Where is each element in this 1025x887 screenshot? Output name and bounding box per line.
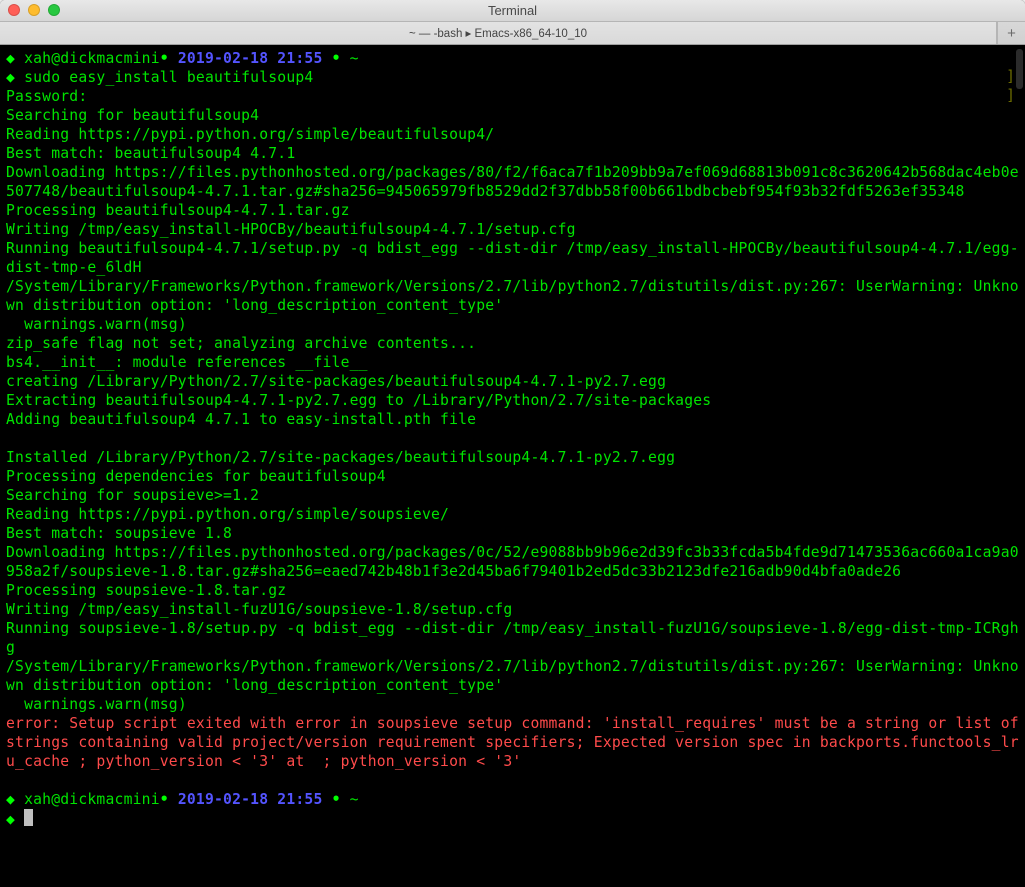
error-line: error: Setup script exited with error in… bbox=[6, 715, 1025, 770]
titlebar: Terminal bbox=[0, 0, 1025, 22]
output-line: /System/Library/Frameworks/Python.framew… bbox=[6, 658, 1019, 694]
prompt-dot: • bbox=[332, 791, 341, 808]
prompt-bullet: ◆ bbox=[6, 69, 15, 86]
output-line: creating /Library/Python/2.7/site-packag… bbox=[6, 373, 666, 390]
output-line: Best match: soupsieve 1.8 bbox=[6, 525, 232, 542]
output-line: Searching for beautifulsoup4 bbox=[6, 107, 259, 124]
prompt-bullet: ◆ bbox=[6, 811, 15, 828]
cursor bbox=[24, 809, 33, 826]
command-text: sudo easy_install beautifulsoup4 bbox=[24, 69, 313, 86]
output-line: Searching for soupsieve>=1.2 bbox=[6, 487, 259, 504]
minimize-icon[interactable] bbox=[28, 4, 40, 16]
output-line: Processing beautifulsoup4-4.7.1.tar.gz bbox=[6, 202, 350, 219]
prompt-bullet: ◆ bbox=[6, 50, 15, 67]
new-tab-button[interactable]: + bbox=[997, 22, 1025, 44]
terminal-viewport[interactable]: ] ] ◆ xah@dickmacmini• 2019-02-18 21:55 … bbox=[0, 45, 1025, 887]
output-line: Adding beautifulsoup4 4.7.1 to easy-inst… bbox=[6, 411, 476, 428]
tab-bar: ~ — -bash ▸ Emacs-x86_64-10_10 + bbox=[0, 22, 1025, 45]
zoom-icon[interactable] bbox=[48, 4, 60, 16]
output-line: Best match: beautifulsoup4 4.7.1 bbox=[6, 145, 295, 162]
output-line: Processing dependencies for beautifulsou… bbox=[6, 468, 386, 485]
output-line: Extracting beautifulsoup4-4.7.1-py2.7.eg… bbox=[6, 392, 711, 409]
output-line: Reading https://pypi.python.org/simple/b… bbox=[6, 126, 494, 143]
prompt-dot: • bbox=[332, 50, 341, 67]
output-line: warnings.warn(msg) bbox=[6, 316, 187, 333]
terminal-output: ◆ xah@dickmacmini• 2019-02-18 21:55 • ~ … bbox=[0, 45, 1025, 835]
output-line: Password: bbox=[6, 88, 87, 105]
prompt-path: ~ bbox=[350, 791, 359, 808]
prompt-timestamp: 2019-02-18 21:55 bbox=[178, 791, 323, 808]
output-line: /System/Library/Frameworks/Python.framew… bbox=[6, 278, 1019, 314]
prompt-bullet: ◆ bbox=[6, 791, 15, 808]
prompt-timestamp: 2019-02-18 21:55 bbox=[178, 50, 323, 67]
output-line: Installed /Library/Python/2.7/site-packa… bbox=[6, 449, 675, 466]
output-line: warnings.warn(msg) bbox=[6, 696, 187, 713]
output-line: Processing soupsieve-1.8.tar.gz bbox=[6, 582, 286, 599]
terminal-window: Terminal ~ — -bash ▸ Emacs-x86_64-10_10 … bbox=[0, 0, 1025, 887]
output-line: Reading https://pypi.python.org/simple/s… bbox=[6, 506, 449, 523]
close-icon[interactable] bbox=[8, 4, 20, 16]
prompt-userhost: xah@dickmacmini bbox=[24, 50, 160, 67]
window-controls bbox=[8, 4, 60, 16]
output-line: Writing /tmp/easy_install-fuzU1G/soupsie… bbox=[6, 601, 512, 618]
bracket-indicator: ] bbox=[1006, 68, 1015, 85]
tab-label: ~ — -bash ▸ Emacs-x86_64-10_10 bbox=[409, 26, 587, 40]
output-line: Downloading https://files.pythonhosted.o… bbox=[6, 164, 1019, 200]
output-line: zip_safe flag not set; analyzing archive… bbox=[6, 335, 476, 352]
prompt-userhost: xah@dickmacmini bbox=[24, 791, 160, 808]
scrollbar-thumb[interactable] bbox=[1016, 49, 1023, 89]
output-line: Running soupsieve-1.8/setup.py -q bdist_… bbox=[6, 620, 1019, 656]
prompt-dot: • bbox=[160, 791, 169, 808]
bracket-indicator: ] bbox=[1006, 87, 1015, 104]
window-title: Terminal bbox=[488, 3, 537, 18]
prompt-path: ~ bbox=[350, 50, 359, 67]
output-line: bs4.__init__: module references __file__ bbox=[6, 354, 368, 371]
output-line: Writing /tmp/easy_install-HPOCBy/beautif… bbox=[6, 221, 576, 238]
tab-bash[interactable]: ~ — -bash ▸ Emacs-x86_64-10_10 bbox=[0, 22, 997, 44]
prompt-dot: • bbox=[160, 50, 169, 67]
output-line: Running beautifulsoup4-4.7.1/setup.py -q… bbox=[6, 240, 1019, 276]
output-line: Downloading https://files.pythonhosted.o… bbox=[6, 544, 1019, 580]
